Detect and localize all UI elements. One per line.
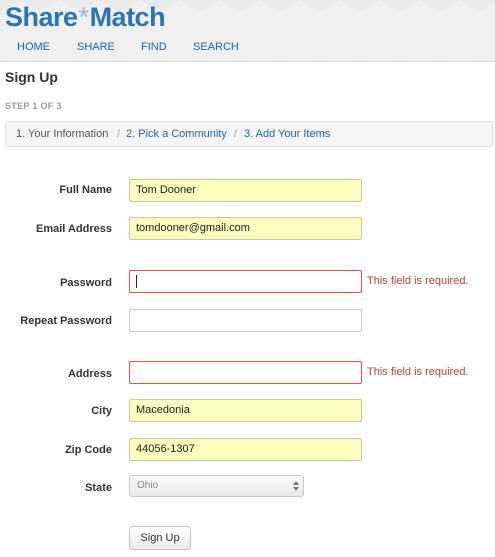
- state-select-value: Ohio: [137, 480, 159, 491]
- text-cursor: [136, 275, 137, 288]
- address-error: This field is required.: [367, 366, 469, 378]
- zip-code-field[interactable]: 44056-1307: [129, 438, 362, 461]
- nav-find[interactable]: FIND: [141, 40, 167, 54]
- sign-up-button[interactable]: Sign Up: [129, 526, 191, 550]
- city-field[interactable]: Macedonia: [129, 399, 362, 422]
- address-label: Address: [67, 368, 112, 380]
- logo-text-match: Match: [89, 2, 166, 32]
- nav-home[interactable]: HOME: [17, 40, 50, 54]
- password-field[interactable]: [129, 270, 362, 293]
- repeat-password-label: Repeat Password: [20, 315, 112, 327]
- city-label: City: [91, 405, 112, 417]
- site-logo[interactable]: Share*Match: [5, 2, 166, 32]
- step-indicator: STEP 1 OF 3: [5, 101, 62, 111]
- full-name-field[interactable]: Tom Dooner: [129, 179, 362, 202]
- select-arrows-icon: [293, 481, 299, 491]
- full-name-label: Full Name: [59, 184, 112, 196]
- page-title: Sign Up: [5, 69, 58, 85]
- nav-search[interactable]: SEARCH: [193, 40, 239, 54]
- breadcrumb-step-2[interactable]: 2. Pick a Community: [126, 128, 227, 141]
- state-label: State: [85, 482, 112, 494]
- breadcrumb-separator: /: [117, 128, 121, 140]
- password-label: Password: [60, 277, 112, 289]
- logo-star: *: [78, 2, 90, 32]
- logo-text-share: Share: [5, 2, 78, 32]
- nav-share[interactable]: SHARE: [77, 40, 115, 54]
- email-field[interactable]: tomdooner@gmail.com: [129, 217, 362, 240]
- breadcrumb-separator: /: [234, 128, 238, 140]
- zip-code-label: Zip Code: [64, 444, 112, 456]
- state-select[interactable]: Ohio: [129, 475, 304, 497]
- address-field[interactable]: [129, 361, 362, 384]
- email-label: Email Address: [35, 223, 112, 235]
- breadcrumb-step-1: 1. Your Information: [16, 128, 109, 140]
- site-header: Share*Match HOME SHARE FIND SEARCH: [0, 0, 495, 62]
- repeat-password-field[interactable]: [129, 309, 362, 332]
- wizard-breadcrumb: 1. Your Information / 2. Pick a Communit…: [5, 121, 493, 147]
- breadcrumb-step-3[interactable]: 3. Add Your Items: [244, 128, 330, 141]
- password-error: This field is required.: [367, 275, 469, 287]
